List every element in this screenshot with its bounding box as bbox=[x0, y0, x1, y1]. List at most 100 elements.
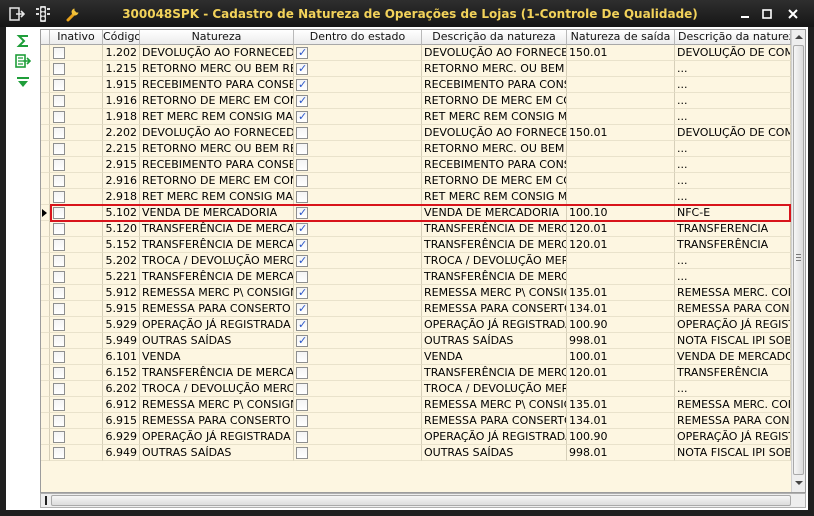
row-indicator[interactable] bbox=[41, 173, 50, 189]
cell-codigo[interactable]: 5.202 bbox=[103, 253, 140, 269]
cell-natureza[interactable]: RET MERC REM CONSIG MARC. bbox=[140, 189, 294, 205]
cell-natureza-saida[interactable] bbox=[567, 141, 675, 157]
inativo-checkbox[interactable] bbox=[53, 303, 65, 315]
inativo-checkbox[interactable] bbox=[53, 447, 65, 459]
cell-descricao-natureza-saida[interactable]: TRANSFERÊNCIA bbox=[675, 365, 791, 381]
row-indicator[interactable] bbox=[41, 397, 50, 413]
inativo-checkbox[interactable] bbox=[53, 207, 65, 219]
table-row[interactable]: 5.102VENDA DE MERCADORIAVENDA DE MERCADO… bbox=[41, 205, 791, 221]
inativo-checkbox[interactable] bbox=[53, 415, 65, 427]
inativo-checkbox[interactable] bbox=[53, 319, 65, 331]
cell-natureza-saida[interactable] bbox=[567, 189, 675, 205]
dentro-do-estado-checkbox[interactable] bbox=[296, 159, 308, 171]
cell-natureza[interactable]: TROCA / DEVOLUÇÃO MERCADORIA bbox=[140, 381, 294, 397]
cell-natureza[interactable]: REMESSA MERC P\ CONSIGNAÇÃO bbox=[140, 397, 294, 413]
cell-descricao-natureza-saida[interactable]: REMESSA MERC. CONSIG bbox=[675, 397, 791, 413]
scroll-down-icon[interactable] bbox=[795, 481, 803, 485]
cell-descricao-natureza[interactable]: OPERAÇÃO JÁ REGISTRADA bbox=[422, 429, 567, 445]
dentro-do-estado-checkbox[interactable] bbox=[296, 351, 308, 363]
cell-natureza-saida[interactable] bbox=[567, 269, 675, 285]
cell-descricao-natureza-saida[interactable]: DEVOLUÇÃO DE COMPRA bbox=[675, 45, 791, 61]
cell-descricao-natureza-saida[interactable]: NOTA FISCAL IPI SOBRE bbox=[675, 445, 791, 461]
dentro-do-estado-checkbox[interactable] bbox=[296, 109, 308, 124]
cell-descricao-natureza-saida[interactable]: ... bbox=[675, 269, 791, 285]
cell-descricao-natureza[interactable]: TRANSFERÊNCIA DE MERCAD bbox=[422, 237, 567, 253]
cell-natureza[interactable]: RETORNO DE MERC EM CONSERTO bbox=[140, 173, 294, 189]
cell-natureza-saida[interactable]: 135.01 bbox=[567, 285, 675, 301]
dentro-do-estado-checkbox[interactable] bbox=[296, 431, 308, 443]
dentro-do-estado-checkbox[interactable] bbox=[296, 191, 308, 203]
cell-natureza[interactable]: TROCA / DEVOLUÇÃO MERCADORIA bbox=[140, 253, 294, 269]
cell-natureza[interactable]: OUTRAS SAÍDAS bbox=[140, 445, 294, 461]
cell-codigo[interactable]: 6.101 bbox=[103, 349, 140, 365]
sum-icon[interactable] bbox=[13, 32, 33, 50]
cell-codigo[interactable]: 1.916 bbox=[103, 93, 140, 109]
row-indicator[interactable] bbox=[41, 125, 50, 141]
cell-natureza-saida[interactable]: 135.01 bbox=[567, 397, 675, 413]
table-row[interactable]: 6.929 OPERAÇÃO JÁ REGISTRADA EM OPERAÇÃO J… bbox=[41, 429, 791, 445]
inativo-checkbox[interactable] bbox=[53, 383, 65, 395]
inativo-checkbox[interactable] bbox=[53, 367, 65, 379]
cell-descricao-natureza-saida[interactable]: VENDA DE MERCADORIA bbox=[675, 349, 791, 365]
column-header-descricao-natureza[interactable]: Descrição da natureza bbox=[422, 30, 567, 45]
cell-descricao-natureza-saida[interactable]: REMESSA PARA CONSERT bbox=[675, 301, 791, 317]
cell-descricao-natureza[interactable]: TRANSFERÊNCIA DE MERCAD bbox=[422, 365, 567, 381]
vertical-scrollbar[interactable] bbox=[791, 30, 805, 492]
dentro-do-estado-checkbox[interactable] bbox=[296, 175, 308, 187]
cell-descricao-natureza[interactable]: TRANSFERÊNCIA DE MERCAD bbox=[422, 269, 567, 285]
table-row[interactable]: 1.918RET MERC REM CONSIG MARC. RET MERC R… bbox=[41, 109, 791, 125]
row-indicator[interactable] bbox=[41, 285, 50, 301]
cell-natureza[interactable]: RECEBIMENTO PARA CONSERTO bbox=[140, 77, 294, 93]
inativo-checkbox[interactable] bbox=[53, 95, 65, 107]
cell-descricao-natureza[interactable]: OPERAÇÃO JÁ REGISTRADA bbox=[422, 317, 567, 333]
dentro-do-estado-checkbox[interactable] bbox=[296, 253, 308, 268]
cell-descricao-natureza-saida[interactable]: ... bbox=[675, 381, 791, 397]
row-indicator[interactable] bbox=[41, 413, 50, 429]
dentro-do-estado-checkbox[interactable] bbox=[296, 285, 308, 300]
inativo-checkbox[interactable] bbox=[53, 159, 65, 171]
cell-descricao-natureza[interactable]: TROCA / DEVOLUÇÃO MERCAD bbox=[422, 253, 567, 269]
dentro-do-estado-checkbox[interactable] bbox=[296, 317, 308, 332]
cell-codigo[interactable]: 6.912 bbox=[103, 397, 140, 413]
column-header-descricao-natureza-saida[interactable]: Descrição da natureza de bbox=[675, 30, 791, 45]
cell-descricao-natureza-saida[interactable]: ... bbox=[675, 173, 791, 189]
row-indicator[interactable] bbox=[41, 381, 50, 397]
table-row[interactable]: 5.152TRANSFERÊNCIA DE MERCADORIA TRANSFER… bbox=[41, 237, 791, 253]
row-indicator[interactable] bbox=[41, 61, 50, 77]
cell-descricao-natureza-saida[interactable]: ... bbox=[675, 93, 791, 109]
dentro-do-estado-checkbox[interactable] bbox=[296, 383, 308, 395]
cell-natureza-saida[interactable]: 150.01 bbox=[567, 125, 675, 141]
column-header-natureza-saida[interactable]: Natureza de saída bbox=[567, 30, 675, 45]
horizontal-scroll-thumb[interactable] bbox=[51, 495, 791, 506]
cell-natureza[interactable]: OUTRAS SAÍDAS bbox=[140, 333, 294, 349]
cell-natureza[interactable]: TRANSFERÊNCIA DE MERCADORIA bbox=[140, 365, 294, 381]
cell-codigo[interactable]: 1.918 bbox=[103, 109, 140, 125]
cell-codigo[interactable]: 2.918 bbox=[103, 189, 140, 205]
cell-natureza-saida[interactable] bbox=[567, 173, 675, 189]
cell-natureza[interactable]: RET MERC REM CONSIG MARC. bbox=[140, 109, 294, 125]
vertical-scroll-thumb[interactable] bbox=[793, 45, 804, 475]
row-indicator[interactable] bbox=[41, 109, 50, 125]
cell-descricao-natureza-saida[interactable]: NOTA FISCAL IPI SOBRE bbox=[675, 333, 791, 349]
dentro-do-estado-checkbox[interactable] bbox=[296, 301, 308, 316]
column-header-natureza[interactable]: Natureza bbox=[140, 30, 294, 45]
cell-codigo[interactable]: 1.915 bbox=[103, 77, 140, 93]
cell-codigo[interactable]: 5.915 bbox=[103, 301, 140, 317]
dentro-do-estado-checkbox[interactable] bbox=[296, 93, 308, 108]
cell-codigo[interactable]: 6.152 bbox=[103, 365, 140, 381]
dentro-do-estado-checkbox[interactable] bbox=[296, 205, 308, 220]
table-row[interactable]: 2.915RECEBIMENTO PARA CONSERTORECEBIMENT… bbox=[41, 157, 791, 173]
table-row[interactable]: 5.221TRANSFERÊNCIA DE MERCADORIA TRANSFER… bbox=[41, 269, 791, 285]
row-indicator[interactable] bbox=[41, 93, 50, 109]
table-row[interactable]: 5.202TROCA / DEVOLUÇÃO MERCADORIA TROCA /… bbox=[41, 253, 791, 269]
cell-descricao-natureza[interactable]: RET MERC REM CONSIG MAR bbox=[422, 189, 567, 205]
cell-natureza-saida[interactable] bbox=[567, 157, 675, 173]
traffic-light-icon[interactable] bbox=[34, 5, 52, 23]
cell-codigo[interactable]: 5.120 bbox=[103, 221, 140, 237]
cell-descricao-natureza[interactable]: REMESSA PARA CONSERTO bbox=[422, 301, 567, 317]
cell-descricao-natureza-saida[interactable]: REMESSA MERC. CONSIG bbox=[675, 285, 791, 301]
cell-natureza-saida[interactable] bbox=[567, 253, 675, 269]
cell-descricao-natureza[interactable]: TROCA / DEVOLUÇÃO MERCAD bbox=[422, 381, 567, 397]
cell-natureza[interactable]: VENDA DE MERCADORIA bbox=[140, 205, 294, 221]
dentro-do-estado-checkbox[interactable] bbox=[296, 45, 308, 60]
